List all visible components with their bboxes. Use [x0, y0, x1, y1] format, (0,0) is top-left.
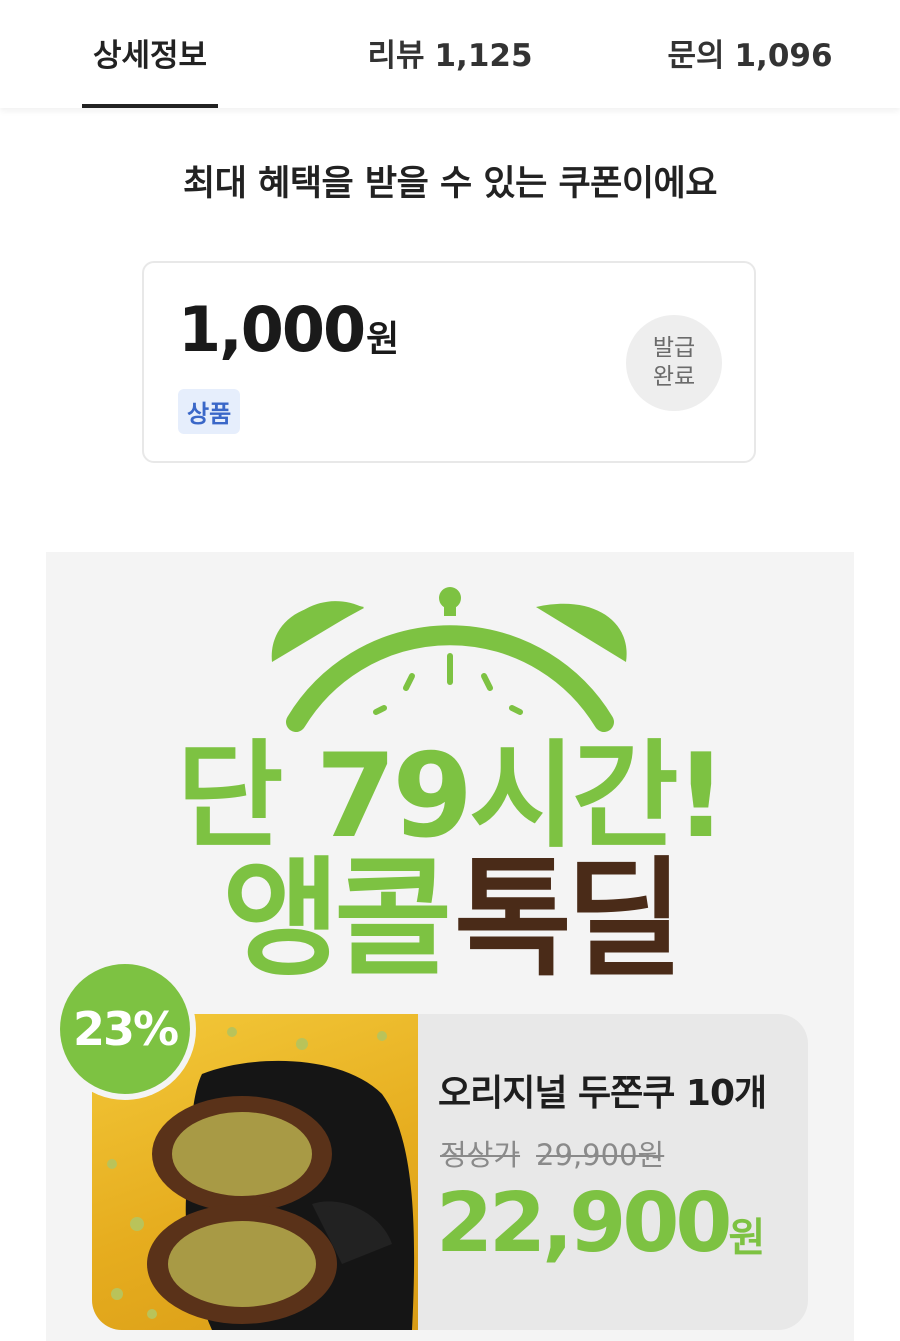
product-name: 오리지널 두쫀쿠 10개 [438, 1073, 767, 1114]
coupon-issued-button[interactable]: 발급 완료 [626, 315, 722, 411]
sale-price: 22,900원 [436, 1176, 765, 1271]
coupon-amount-value: 1,000 [178, 293, 366, 366]
original-price-value: 29,900원 [536, 1138, 665, 1172]
discount-badge: 23% [60, 964, 190, 1094]
tab-label: 상세정보 [92, 38, 208, 74]
tab-label: 리뷰 [367, 38, 425, 74]
promo-subheadline-brown: 톡딜 [454, 845, 684, 994]
alarm-clock-icon [271, 587, 627, 732]
tab-label: 문의 [667, 38, 725, 74]
coupon-button-line2: 완료 [652, 364, 696, 390]
sale-price-unit: 원 [728, 1215, 766, 1261]
coupon-amount-unit: 원 [366, 319, 400, 360]
coupon-card: 1,000원 상품 발급 완료 [142, 261, 756, 463]
promo-subheadline-green: 앵콜 [222, 845, 452, 994]
active-tab-indicator [82, 104, 218, 108]
product-card[interactable]: 오리지널 두쫀쿠 10개 정상가 29,900원 22,900원 [92, 1014, 808, 1330]
coupon-heading: 최대 혜택을 받을 수 있는 쿠폰이에요 [183, 164, 717, 204]
sale-price-value: 22,900 [436, 1176, 732, 1271]
original-price: 정상가 29,900원 [440, 1132, 664, 1174]
promo-banner[interactable]: 단 79시간! 앵콜톡딜 오리지널 두쫀쿠 10개 정상가 29,900원 22… [46, 552, 854, 1341]
coupon-amount: 1,000원 [178, 293, 399, 366]
tab-count: 1,096 [734, 38, 833, 74]
promo-subheadline: 앵콜톡딜 [46, 852, 854, 987]
coupon-button-line1: 발급 [652, 335, 696, 361]
original-price-label: 정상가 [440, 1138, 521, 1172]
tab-reviews[interactable]: 리뷰 1,125 [360, 30, 540, 80]
tab-detail-info[interactable]: 상세정보 [82, 30, 218, 80]
tab-bar: 상세정보 리뷰 1,125 문의 1,096 [0, 0, 900, 108]
coupon-type-badge: 상품 [178, 389, 241, 434]
tab-count: 1,125 [434, 38, 533, 74]
promo-headline: 단 79시간! [176, 729, 728, 864]
tab-inquiries[interactable]: 문의 1,096 [655, 30, 845, 80]
